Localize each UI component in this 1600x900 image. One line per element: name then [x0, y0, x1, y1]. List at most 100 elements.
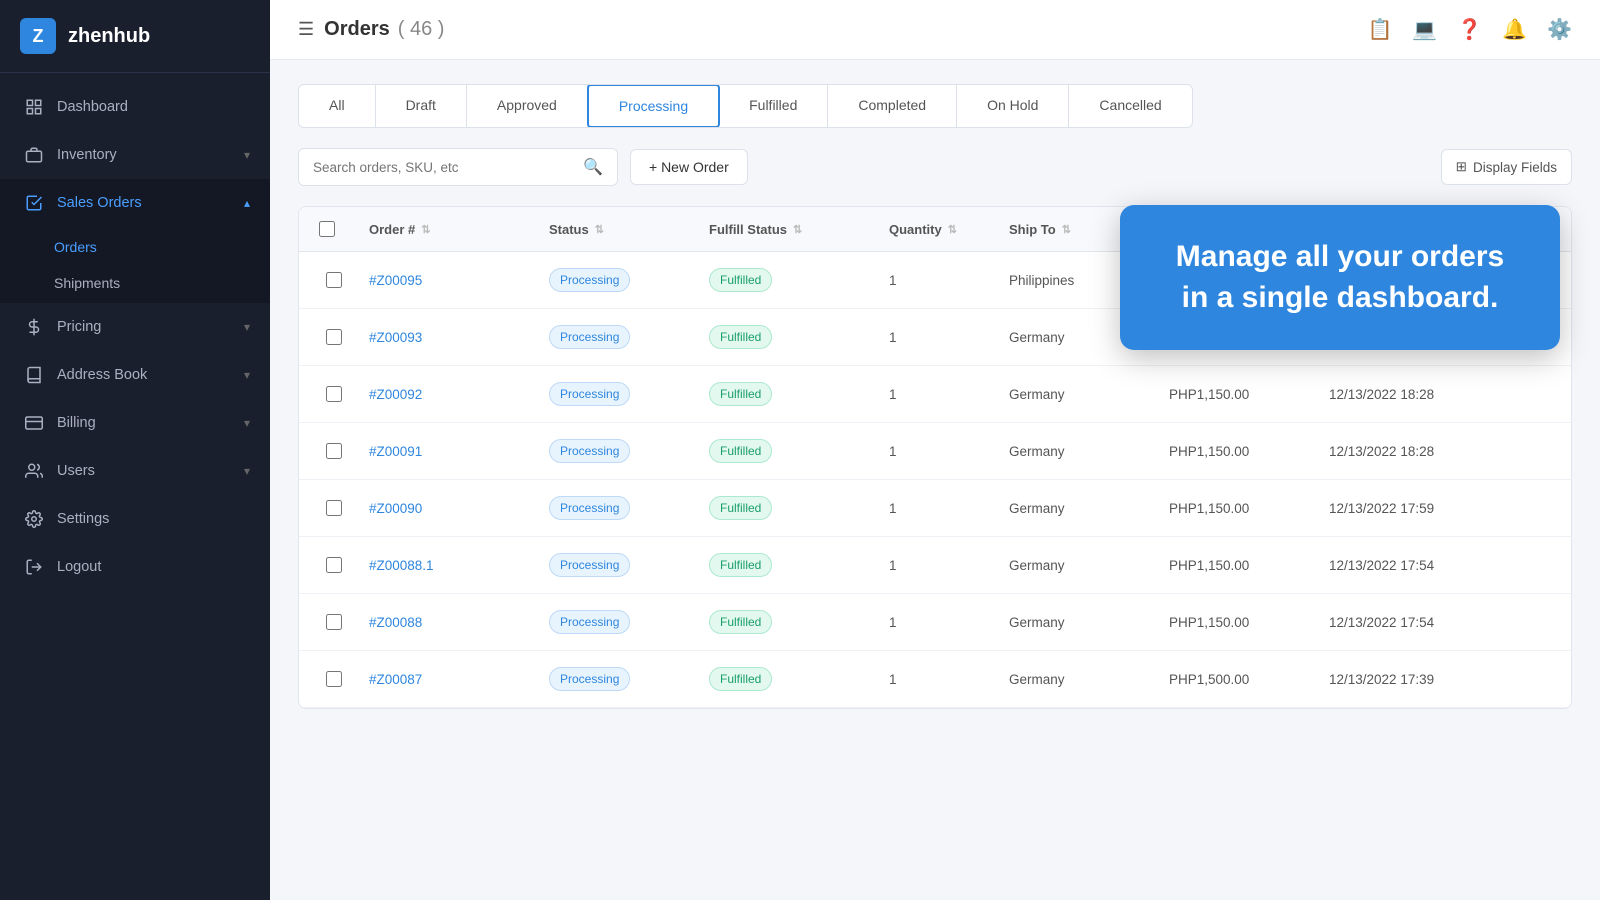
status-badge-processing: Processing	[549, 268, 630, 292]
th-quantity[interactable]: Quantity ⇅	[879, 207, 999, 251]
sidebar-item-inventory[interactable]: Inventory ▾	[0, 131, 270, 179]
sidebar-section-sales-orders: Sales Orders ▴ Orders Shipments	[0, 179, 270, 303]
chevron-down-icon: ▾	[244, 368, 250, 382]
fulfill-status-cell: Fulfilled	[699, 480, 879, 536]
order-number-cell[interactable]: #Z00088.1	[359, 542, 539, 589]
row-checkbox-cell[interactable]	[309, 598, 359, 646]
row-checkbox[interactable]	[326, 443, 342, 459]
fulfill-status-cell: Fulfilled	[699, 366, 879, 422]
tab-processing[interactable]: Processing	[587, 84, 720, 128]
search-input[interactable]	[313, 160, 577, 175]
row-checkbox-cell[interactable]	[309, 256, 359, 304]
logo-area[interactable]: Z zhenhub	[0, 0, 270, 73]
th-fulfill-status[interactable]: Fulfill Status ⇅	[699, 207, 879, 251]
row-checkbox-cell[interactable]	[309, 655, 359, 703]
select-all-checkbox[interactable]	[319, 221, 335, 237]
order-number-cell[interactable]: #Z00092	[359, 371, 539, 418]
sidebar-item-logout[interactable]: Logout	[0, 543, 270, 591]
tab-on-hold[interactable]: On Hold	[957, 85, 1069, 127]
pricing-icon	[23, 316, 45, 338]
sidebar-item-users[interactable]: Users ▾	[0, 447, 270, 495]
order-number-cell[interactable]: #Z00091	[359, 428, 539, 475]
status-badge-fulfilled: Fulfilled	[709, 610, 772, 634]
search-icon: 🔍	[583, 157, 603, 177]
row-checkbox[interactable]	[326, 386, 342, 402]
sort-icon: ⇅	[1062, 223, 1071, 236]
status-cell: Processing	[539, 480, 699, 536]
sidebar-item-sales-orders[interactable]: Sales Orders ▴	[0, 179, 270, 227]
table-row: #Z00087 Processing Fulfilled 1 Germany P…	[299, 651, 1571, 708]
sidebar-item-label: Pricing	[57, 319, 101, 335]
clipboard-icon[interactable]: 📋	[1367, 17, 1392, 42]
total-price-cell: PHP1,150.00	[1159, 371, 1319, 418]
th-checkbox	[309, 207, 359, 251]
row-checkbox[interactable]	[326, 329, 342, 345]
row-checkbox-cell[interactable]	[309, 370, 359, 418]
row-checkbox[interactable]	[326, 671, 342, 687]
search-box[interactable]: 🔍	[298, 148, 618, 186]
quantity-cell: 1	[879, 542, 999, 589]
sidebar-item-billing[interactable]: Billing ▾	[0, 399, 270, 447]
order-number-cell[interactable]: #Z00090	[359, 485, 539, 532]
toolbar: 🔍 + New Order ⊞ Display Fields	[298, 148, 1572, 186]
sort-icon: ⇅	[948, 223, 957, 236]
sidebar-item-dashboard[interactable]: Dashboard	[0, 83, 270, 131]
status-badge-fulfilled: Fulfilled	[709, 553, 772, 577]
tab-draft[interactable]: Draft	[376, 85, 467, 127]
quantity-cell: 1	[879, 428, 999, 475]
sidebar-item-pricing[interactable]: Pricing ▾	[0, 303, 270, 351]
row-checkbox-cell[interactable]	[309, 427, 359, 475]
th-status[interactable]: Status ⇅	[539, 207, 699, 251]
content-area: All Draft Approved Processing Fulfilled …	[270, 60, 1600, 900]
laptop-icon[interactable]: 💻	[1412, 17, 1437, 42]
logo-icon: Z	[20, 18, 56, 54]
order-number-cell[interactable]: #Z00093	[359, 314, 539, 361]
ship-to-cell: Germany	[999, 428, 1159, 475]
tab-cancelled[interactable]: Cancelled	[1069, 85, 1191, 127]
status-cell: Processing	[539, 366, 699, 422]
row-checkbox[interactable]	[326, 500, 342, 516]
status-cell: Processing	[539, 252, 699, 308]
sidebar-item-address-book[interactable]: Address Book ▾	[0, 351, 270, 399]
row-checkbox-cell[interactable]	[309, 313, 359, 361]
sales-orders-icon	[23, 192, 45, 214]
tab-completed[interactable]: Completed	[828, 85, 957, 127]
sidebar-item-orders[interactable]: Orders	[54, 229, 270, 265]
created-cell: 12/13/2022 17:39	[1319, 656, 1479, 703]
ship-to-cell: Germany	[999, 542, 1159, 589]
status-cell: Processing	[539, 423, 699, 479]
sidebar-item-settings[interactable]: Settings	[0, 495, 270, 543]
status-badge-processing: Processing	[549, 325, 630, 349]
row-checkbox-cell[interactable]	[309, 484, 359, 532]
notification-icon[interactable]: 🔔	[1502, 17, 1527, 42]
th-order-num[interactable]: Order # ⇅	[359, 207, 539, 251]
tab-fulfilled[interactable]: Fulfilled	[719, 85, 828, 127]
tab-all[interactable]: All	[299, 85, 376, 127]
chevron-down-icon: ▾	[244, 464, 250, 478]
settings-icon[interactable]: ⚙️	[1547, 17, 1572, 42]
status-cell: Processing	[539, 537, 699, 593]
status-badge-fulfilled: Fulfilled	[709, 667, 772, 691]
new-order-button[interactable]: + New Order	[630, 149, 748, 185]
created-cell: 12/13/2022 17:54	[1319, 599, 1479, 646]
app-name: zhenhub	[68, 25, 150, 48]
display-fields-button[interactable]: ⊞ Display Fields	[1441, 149, 1572, 185]
hamburger-icon[interactable]: ☰	[298, 19, 314, 40]
tab-approved[interactable]: Approved	[467, 85, 588, 127]
order-number-cell[interactable]: #Z00095	[359, 257, 539, 304]
row-checkbox[interactable]	[326, 272, 342, 288]
status-badge-processing: Processing	[549, 610, 630, 634]
status-cell: Processing	[539, 651, 699, 707]
order-number-cell[interactable]: #Z00088	[359, 599, 539, 646]
row-checkbox[interactable]	[326, 557, 342, 573]
row-checkbox[interactable]	[326, 614, 342, 630]
dashboard-icon	[23, 96, 45, 118]
quantity-cell: 1	[879, 371, 999, 418]
order-number-cell[interactable]: #Z00087	[359, 656, 539, 703]
sidebar-item-shipments[interactable]: Shipments	[54, 265, 270, 301]
row-checkbox-cell[interactable]	[309, 541, 359, 589]
quantity-cell: 1	[879, 314, 999, 361]
created-cell: 12/13/2022 17:54	[1319, 542, 1479, 589]
help-icon[interactable]: ❓	[1457, 17, 1482, 42]
fulfill-status-cell: Fulfilled	[699, 594, 879, 650]
